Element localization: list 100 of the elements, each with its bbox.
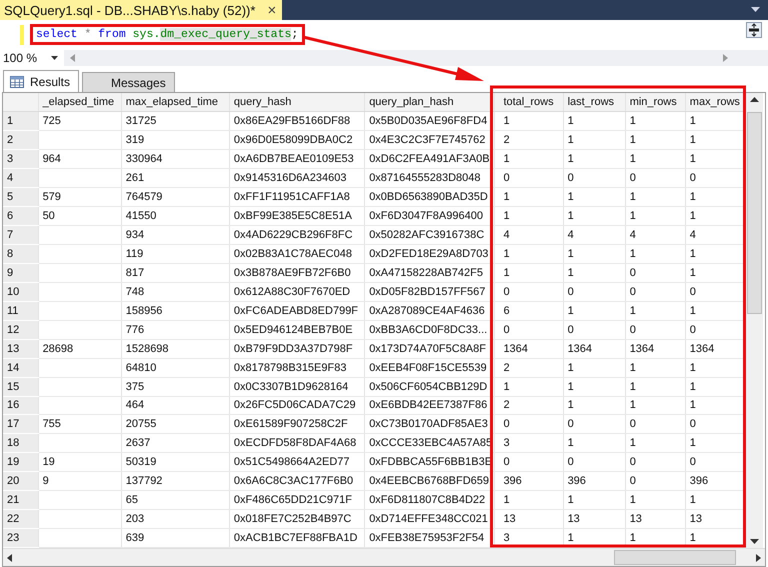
- table-cell: 6: [494, 301, 564, 320]
- table-cell: 158956: [121, 301, 230, 320]
- table-cell: 1: [563, 358, 626, 378]
- row-number[interactable]: 3: [3, 150, 38, 169]
- row-number[interactable]: 4: [3, 168, 38, 188]
- table-cell: 1: [563, 244, 626, 264]
- table-cell: 1: [563, 206, 626, 226]
- row-number[interactable]: 10: [3, 282, 38, 302]
- table-cell: 3: [494, 434, 564, 453]
- table-cell: 0: [625, 168, 686, 188]
- table-cell: 1: [494, 263, 564, 282]
- table-cell: 0x26FC5D06CADA7C29: [229, 396, 365, 415]
- table-cell: 261: [121, 168, 230, 188]
- row-number[interactable]: 13: [3, 339, 38, 358]
- table-cell: 13: [563, 510, 626, 529]
- table-cell: 41550: [121, 206, 230, 226]
- results-tab[interactable]: Results: [3, 70, 80, 92]
- document-tab[interactable]: SQLQuery1.sql - DB...SHABY\s.haby (52))* ×: [0, 0, 282, 20]
- table-cell: 0: [494, 168, 564, 188]
- table-cell: 0x4AD6229CB296F8FC: [229, 226, 365, 244]
- table-cell: 0x0C3307B1D9628164: [229, 377, 365, 396]
- table-cell: 0: [625, 282, 686, 302]
- table-cell: 2: [494, 130, 564, 150]
- row-number[interactable]: 16: [3, 396, 38, 415]
- table-cell: 13: [625, 510, 686, 529]
- table-cell: 0xE6BDB42EE7387F86: [364, 396, 495, 415]
- row-number[interactable]: 8: [3, 244, 38, 264]
- row-number[interactable]: 17: [3, 414, 38, 434]
- table-cell: 0: [625, 472, 686, 491]
- row-number[interactable]: 7: [3, 226, 38, 244]
- table-cell: 1: [494, 206, 564, 226]
- column-header[interactable]: last_rows: [563, 93, 626, 112]
- table-cell: 0xBB3A6CD0F8DC33...: [364, 320, 495, 340]
- row-number[interactable]: 21: [3, 490, 38, 510]
- table-cell: 0xD714EFFE348CC021: [364, 510, 495, 529]
- table-cell: 1528698: [121, 339, 230, 358]
- column-header[interactable]: min_rows: [625, 93, 686, 112]
- table-cell: 0x3B878AE9FB72F6B0: [229, 263, 365, 282]
- table-cell: 817: [121, 263, 230, 282]
- table-cell: 4: [563, 226, 626, 244]
- table-cell: 1364: [563, 339, 626, 358]
- table-cell: 2: [494, 358, 564, 378]
- row-number[interactable]: 14: [3, 358, 38, 378]
- row-number[interactable]: 2: [3, 130, 38, 150]
- table-cell: 0: [625, 320, 686, 340]
- row-number[interactable]: 23: [3, 528, 38, 548]
- column-header[interactable]: total_rows: [494, 93, 564, 112]
- table-cell: 1: [625, 150, 686, 169]
- table-cell: 13: [494, 510, 564, 529]
- column-header[interactable]: query_plan_hash: [364, 93, 495, 112]
- table-cell: 0xB79F9DD3A37D798F: [229, 339, 365, 358]
- row-number[interactable]: 19: [3, 452, 38, 472]
- row-number[interactable]: 20: [3, 472, 38, 491]
- table-cell: 1: [625, 396, 686, 415]
- close-button[interactable]: ×: [267, 2, 276, 18]
- table-cell: 0x506CF6054CBB129D: [364, 377, 495, 396]
- row-number[interactable]: 15: [3, 377, 38, 396]
- table-cell: 20755: [121, 414, 230, 434]
- table-cell: 0x018FE7C252B4B97C: [229, 510, 365, 529]
- table-cell: 0x5ED946124BEB7B0E: [229, 320, 365, 340]
- table-cell: 0xD05F82BD157FF567: [364, 282, 495, 302]
- table-cell: 1: [563, 377, 626, 396]
- row-number[interactable]: 22: [3, 510, 38, 529]
- table-cell: 137792: [121, 472, 230, 491]
- table-cell: 1: [563, 130, 626, 150]
- table-cell: 1: [494, 188, 564, 207]
- column-header[interactable]: query_hash: [229, 93, 365, 112]
- table-cell: 0x5B0D035AE96F8FD4: [364, 112, 495, 131]
- row-number[interactable]: 1: [3, 112, 38, 131]
- table-cell: 0: [625, 452, 686, 472]
- table-cell: 0: [494, 452, 564, 472]
- table-cell: 0x9145316D6A234603: [229, 168, 365, 188]
- table-cell: 31725: [121, 112, 230, 131]
- table-cell: 0xA287089CE4AF4636: [364, 301, 495, 320]
- table-cell: 1: [563, 490, 626, 510]
- table-cell: 50: [38, 206, 122, 226]
- table-cell: 0xD6C2FEA491AF3A0B: [364, 150, 495, 169]
- zoom-dropdown[interactable]: 100 %: [0, 50, 64, 66]
- table-cell: 964: [38, 150, 122, 169]
- table-cell: 4: [625, 226, 686, 244]
- table-cell: 755: [38, 414, 122, 434]
- row-number[interactable]: 5: [3, 188, 38, 207]
- table-cell: 375: [121, 377, 230, 396]
- table-cell: 934: [121, 226, 230, 244]
- column-header[interactable]: _elapsed_time: [38, 93, 122, 112]
- row-number[interactable]: 9: [3, 263, 38, 282]
- table-cell: 0x612A88C30F7670ED: [229, 282, 365, 302]
- row-number[interactable]: 11: [3, 301, 38, 320]
- column-header[interactable]: max_rows: [685, 93, 746, 112]
- table-cell: 0xF6D3047F8A996400: [364, 206, 495, 226]
- column-header[interactable]: max_elapsed_time: [121, 93, 230, 112]
- table-cell: 1: [563, 301, 626, 320]
- messages-tab[interactable]: Messages: [82, 72, 175, 92]
- table-cell: 579: [38, 188, 122, 207]
- table-cell: 1: [625, 112, 686, 131]
- table-cell: 0xF6D811807C8B4D22: [364, 490, 495, 510]
- row-number[interactable]: 18: [3, 434, 38, 453]
- row-number[interactable]: 6: [3, 206, 38, 226]
- row-number[interactable]: 12: [3, 320, 38, 340]
- table-cell: 0xBF99E385E5C8E51A: [229, 206, 365, 226]
